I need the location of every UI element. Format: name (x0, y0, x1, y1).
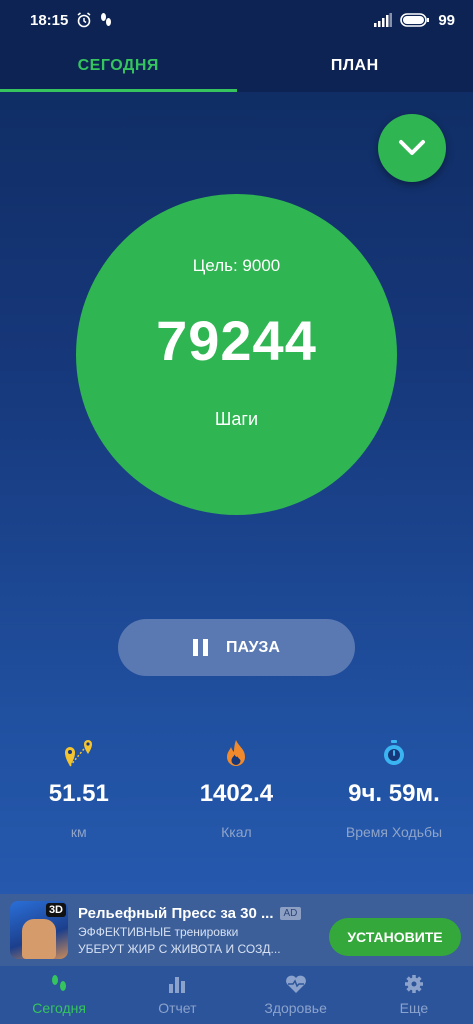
flame-icon (225, 736, 247, 770)
pause-button[interactable]: ПАУЗА (118, 619, 355, 676)
nav-item-report[interactable]: Отчет (118, 966, 236, 1024)
top-tabs: СЕГОДНЯ ПЛАН (0, 40, 473, 92)
bar-chart-icon (169, 977, 186, 993)
ad-3d-badge: 3D (45, 903, 66, 917)
steps-label: Шаги (214, 409, 259, 429)
ad-line-1: ЭФФЕКТИВНЫЕ тренировки (78, 924, 239, 939)
tab-today-label: СЕГОДНЯ (77, 57, 159, 74)
ad-title-row: Рельефный Пресс за 30 ... AD (78, 905, 318, 922)
chevron-down-icon (399, 140, 425, 155)
stat-calories: 1402.4 Ккал (158, 736, 316, 840)
tab-plan[interactable]: ПЛАН (237, 40, 473, 92)
ad-app-icon[interactable]: 3D (10, 901, 68, 959)
calories-value: 1402.4 (199, 780, 274, 807)
nav-health-label: Здоровье (264, 1000, 327, 1016)
stopwatch-icon (383, 736, 405, 770)
ad-install-button[interactable]: УСТАНОВИТЕ (329, 918, 461, 956)
bottom-nav: Сегодня Отчет Здоровье Еще (0, 966, 473, 1024)
pause-icon (193, 639, 208, 656)
calories-label: Ккал (221, 824, 252, 840)
ad-banner[interactable]: 3D Рельефный Пресс за 30 ... AD ЭФФЕКТИВ… (0, 894, 473, 966)
stat-distance: 51.51 км (0, 736, 158, 840)
pause-button-label: ПАУЗА (226, 638, 280, 656)
location-pins-icon (62, 736, 96, 770)
nav-item-health[interactable]: Здоровье (237, 966, 355, 1024)
nav-today-label: Сегодня (32, 1000, 86, 1016)
ad-title: Рельефный Пресс за 30 ... (78, 904, 274, 922)
gear-icon (404, 975, 423, 993)
distance-label: км (70, 824, 87, 840)
stat-walk-time: 9ч. 59м. Время Ходьбы (315, 736, 473, 840)
footsteps-icon (52, 975, 67, 991)
steps-circle: Цель: 9000 79244 Шаги (76, 194, 397, 515)
ad-line-2: УБЕРУТ ЖИР С ЖИВОТА И СОЗД... (78, 941, 281, 956)
nav-report-label: Отчет (158, 1000, 197, 1016)
chevron-down-button[interactable] (378, 114, 446, 182)
ad-tag: AD (279, 906, 302, 920)
steps-count: 79244 (156, 309, 317, 372)
heart-pulse-icon (285, 975, 306, 993)
nav-item-more[interactable]: Еще (355, 966, 473, 1024)
battery-icon (400, 13, 430, 27)
ad-text[interactable]: Рельефный Пресс за 30 ... AD ЭФФЕКТИВНЫЕ… (78, 905, 318, 956)
status-left: 18:15 (30, 12, 112, 29)
goal-label: Цель: 9000 (192, 256, 281, 275)
footsteps-small-icon (101, 13, 112, 26)
nav-more-label: Еще (399, 1000, 429, 1016)
distance-value: 51.51 (48, 780, 109, 807)
tab-today[interactable]: СЕГОДНЯ (0, 40, 237, 92)
walk-time-label: Время Ходьбы (345, 824, 443, 840)
nav-item-today[interactable]: Сегодня (0, 966, 118, 1024)
battery-level: 99 (438, 11, 455, 29)
walk-time-value: 9ч. 59м. (348, 780, 440, 807)
status-time: 18:15 (30, 11, 69, 29)
status-right: 99 (374, 12, 455, 29)
tab-plan-label: ПЛАН (330, 57, 379, 74)
alarm-icon (77, 12, 91, 28)
signal-icon (374, 13, 393, 27)
status-bar: 18:15 99 (0, 0, 473, 40)
stats-row: 51.51 км 1402.4 Ккал 9ч. 59м. Время Ходь… (0, 736, 473, 840)
